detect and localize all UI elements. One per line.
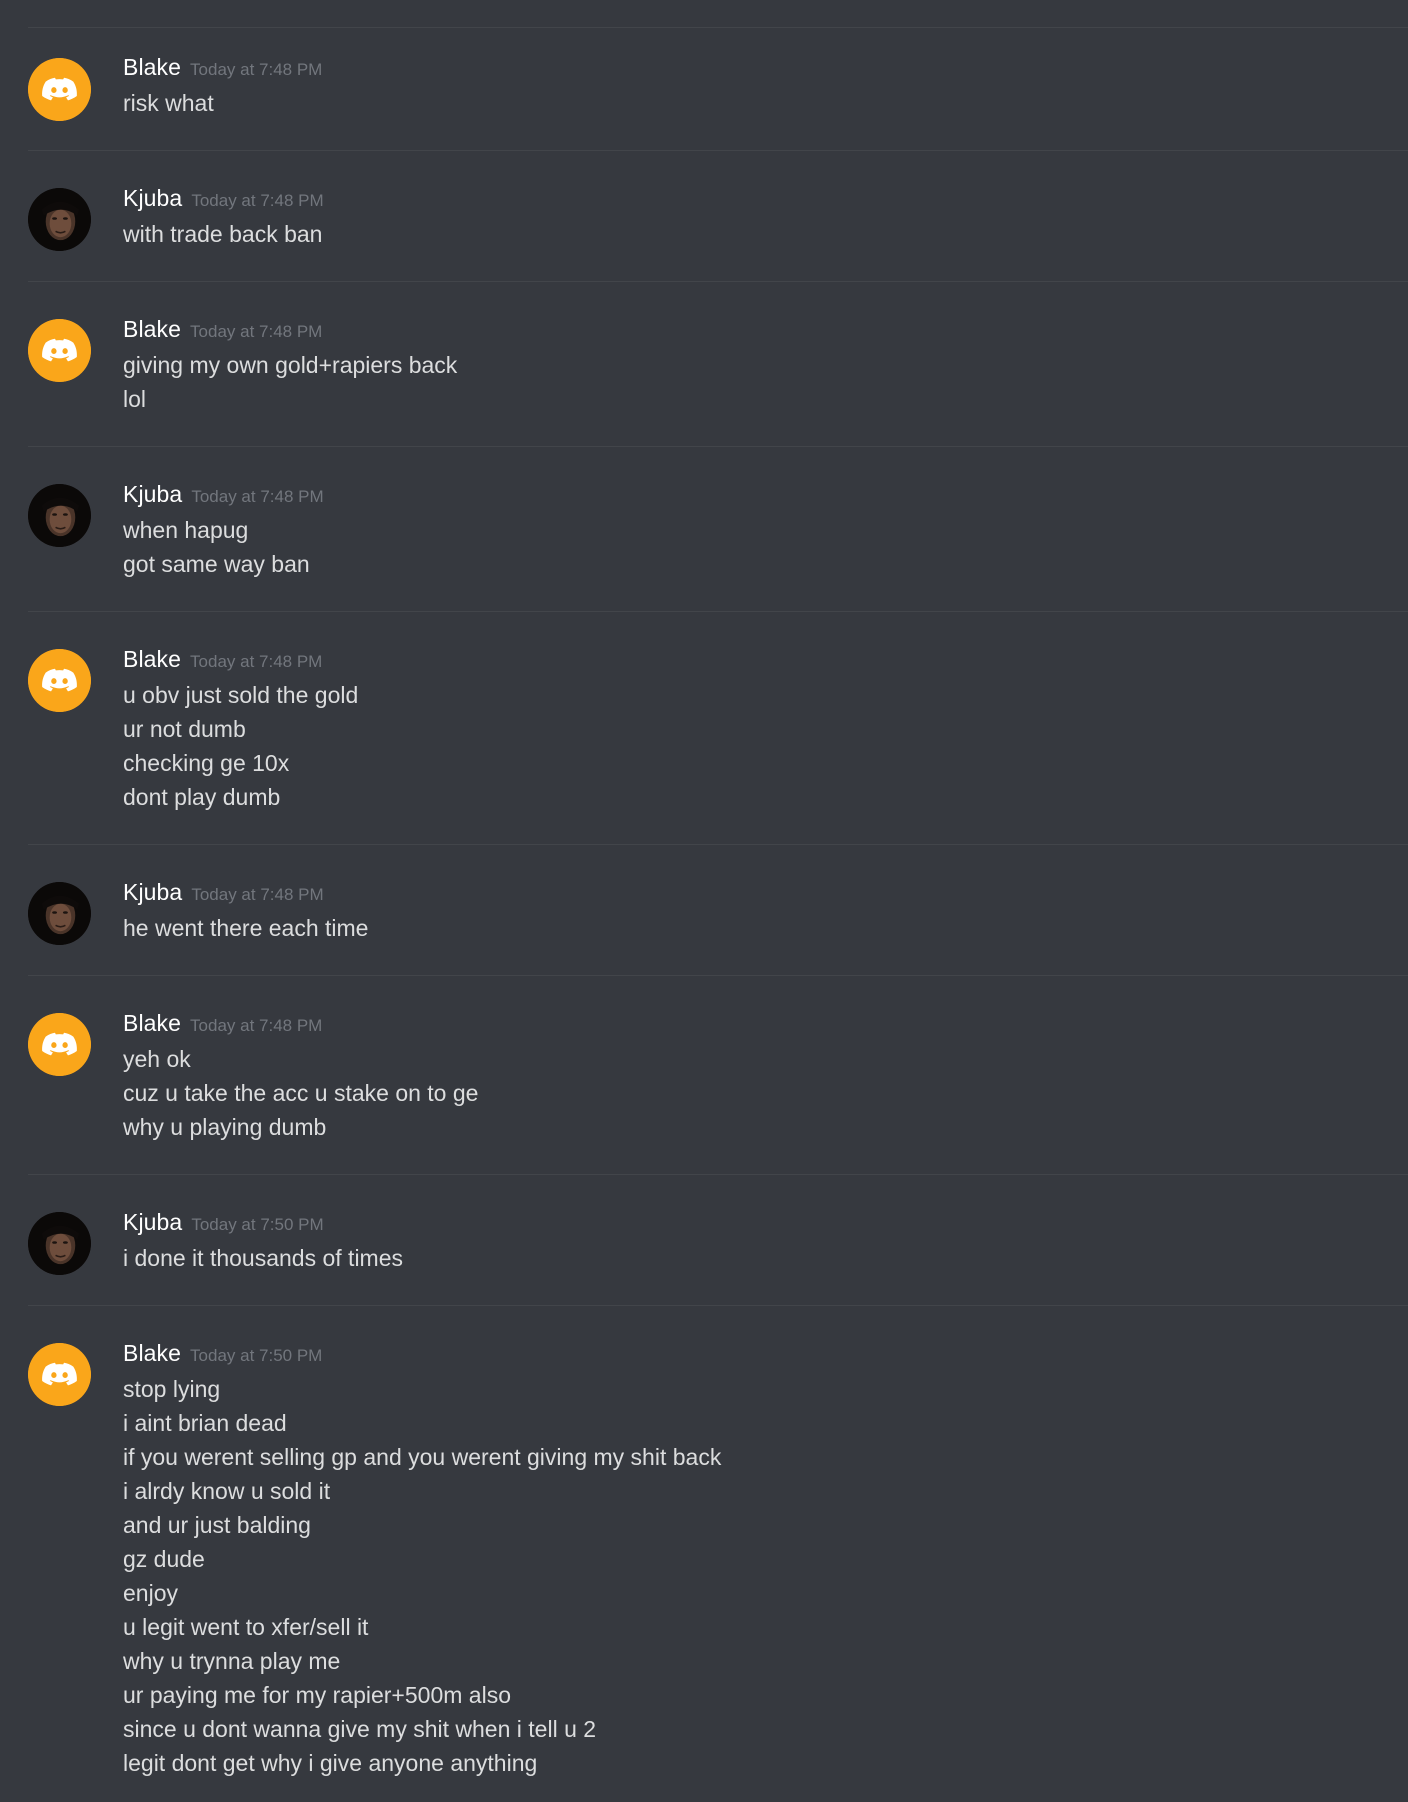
discord-logo-icon [28,319,91,382]
username[interactable]: Kjuba [123,185,182,212]
message-header: Kjuba Today at 7:48 PM [123,185,1388,217]
message-group[interactable]: Blake Today at 7:48 PM risk what [0,28,1408,150]
message-group[interactable]: Kjuba Today at 7:48 PM with trade back ban [0,151,1408,281]
message-text: and ur just balding [123,1512,311,1538]
timestamp: Today at 7:48 PM [190,652,323,671]
timestamp: Today at 7:50 PM [190,1346,323,1365]
message-group[interactable]: Kjuba Today at 7:50 PM i done it thousands… [0,1175,1408,1305]
message-text: giving my own gold+rapiers back [123,352,458,378]
user-photo-icon [28,1212,91,1275]
message-text: cuz u take the acc u stake on to ge [123,1080,479,1106]
message-group[interactable]: Blake Today at 7:48 PM u obv just sold the… [0,612,1408,844]
avatar[interactable] [28,1212,91,1275]
user-photo-icon [28,188,91,251]
username[interactable]: Kjuba [123,879,182,906]
message-text: i alrdy know u sold it [123,1478,331,1504]
username[interactable]: Blake [123,1010,181,1037]
avatar[interactable] [28,188,91,251]
message-text: dont play dumb [123,784,281,810]
message-text: he went there each time [123,915,369,941]
message-text: why u playing dumb [123,1114,327,1140]
timestamp: Today at 7:48 PM [190,322,323,341]
timestamp: Today at 7:50 PM [191,1215,324,1234]
message-text: why u trynna play me [123,1648,341,1674]
timestamp: Today at 7:48 PM [191,487,324,506]
timestamp: Today at 7:48 PM [191,885,324,904]
timestamp: Today at 7:48 PM [190,60,323,79]
message-group[interactable]: Blake Today at 7:50 PM stop lying i aint br… [0,1306,1408,1802]
avatar[interactable] [28,1013,91,1076]
message-text: lol [123,386,147,412]
message-text: checking ge 10x [123,750,290,776]
username[interactable]: Blake [123,646,181,673]
avatar[interactable] [28,319,91,382]
message-text: u obv just sold the gold [123,682,359,708]
message-text: i done it thousands of times [123,1245,403,1271]
avatar[interactable] [28,649,91,712]
username[interactable]: Blake [123,54,181,81]
message-group[interactable]: Kjuba Today at 7:48 PM when hapug got same … [0,447,1408,611]
message-header: Blake Today at 7:48 PM [123,54,1388,86]
avatar[interactable] [28,484,91,547]
message-text: legit dont get why i give anyone anythin… [123,1750,538,1776]
timestamp: Today at 7:48 PM [190,1016,323,1035]
message-text: risk what [123,90,214,116]
message-header: Blake Today at 7:48 PM [123,316,1388,348]
message-group[interactable]: Blake Today at 7:48 PM giving my own gold+… [0,282,1408,446]
message-text: ur paying me for my rapier+500m also [123,1682,511,1708]
message-header: Kjuba Today at 7:48 PM [123,481,1388,513]
username[interactable]: Kjuba [123,1209,182,1236]
message-text: ur not dumb [123,716,246,742]
username[interactable]: Blake [123,1340,181,1367]
message-text: u legit went to xfer/sell it [123,1614,369,1640]
chat-messages: Blake Today at 7:48 PM risk what Kjuba Today… [0,0,1408,1802]
username[interactable]: Blake [123,316,181,343]
message-text: gz dude [123,1546,205,1572]
message-text: enjoy [123,1580,178,1606]
avatar[interactable] [28,882,91,945]
message-header: Kjuba Today at 7:48 PM [123,879,1388,911]
user-photo-icon [28,484,91,547]
message-group[interactable]: Blake Today at 7:48 PM yeh ok cuz u take th… [0,976,1408,1174]
discord-logo-icon [28,1013,91,1076]
message-group[interactable]: Kjuba Today at 7:48 PM he went there each … [0,845,1408,975]
message-header: Blake Today at 7:48 PM [123,1010,1388,1042]
message-text: if you werent selling gp and you werent … [123,1444,722,1470]
user-photo-icon [28,882,91,945]
message-text: yeh ok [123,1046,191,1072]
message-text: i aint brian dead [123,1410,287,1436]
avatar[interactable] [28,1343,91,1406]
username[interactable]: Kjuba [123,481,182,508]
message-text: got same way ban [123,551,310,577]
message-text: with trade back ban [123,221,323,247]
timestamp: Today at 7:48 PM [191,191,324,210]
message-header: Kjuba Today at 7:50 PM [123,1209,1388,1241]
message-text: when hapug [123,517,249,543]
message-text: since u dont wanna give my shit when i t… [123,1716,597,1742]
message-header: Blake Today at 7:50 PM [123,1340,1388,1372]
discord-logo-icon [28,58,91,121]
discord-logo-icon [28,649,91,712]
message-header: Blake Today at 7:48 PM [123,646,1388,678]
avatar[interactable] [28,58,91,121]
discord-logo-icon [28,1343,91,1406]
message-text: stop lying [123,1376,221,1402]
